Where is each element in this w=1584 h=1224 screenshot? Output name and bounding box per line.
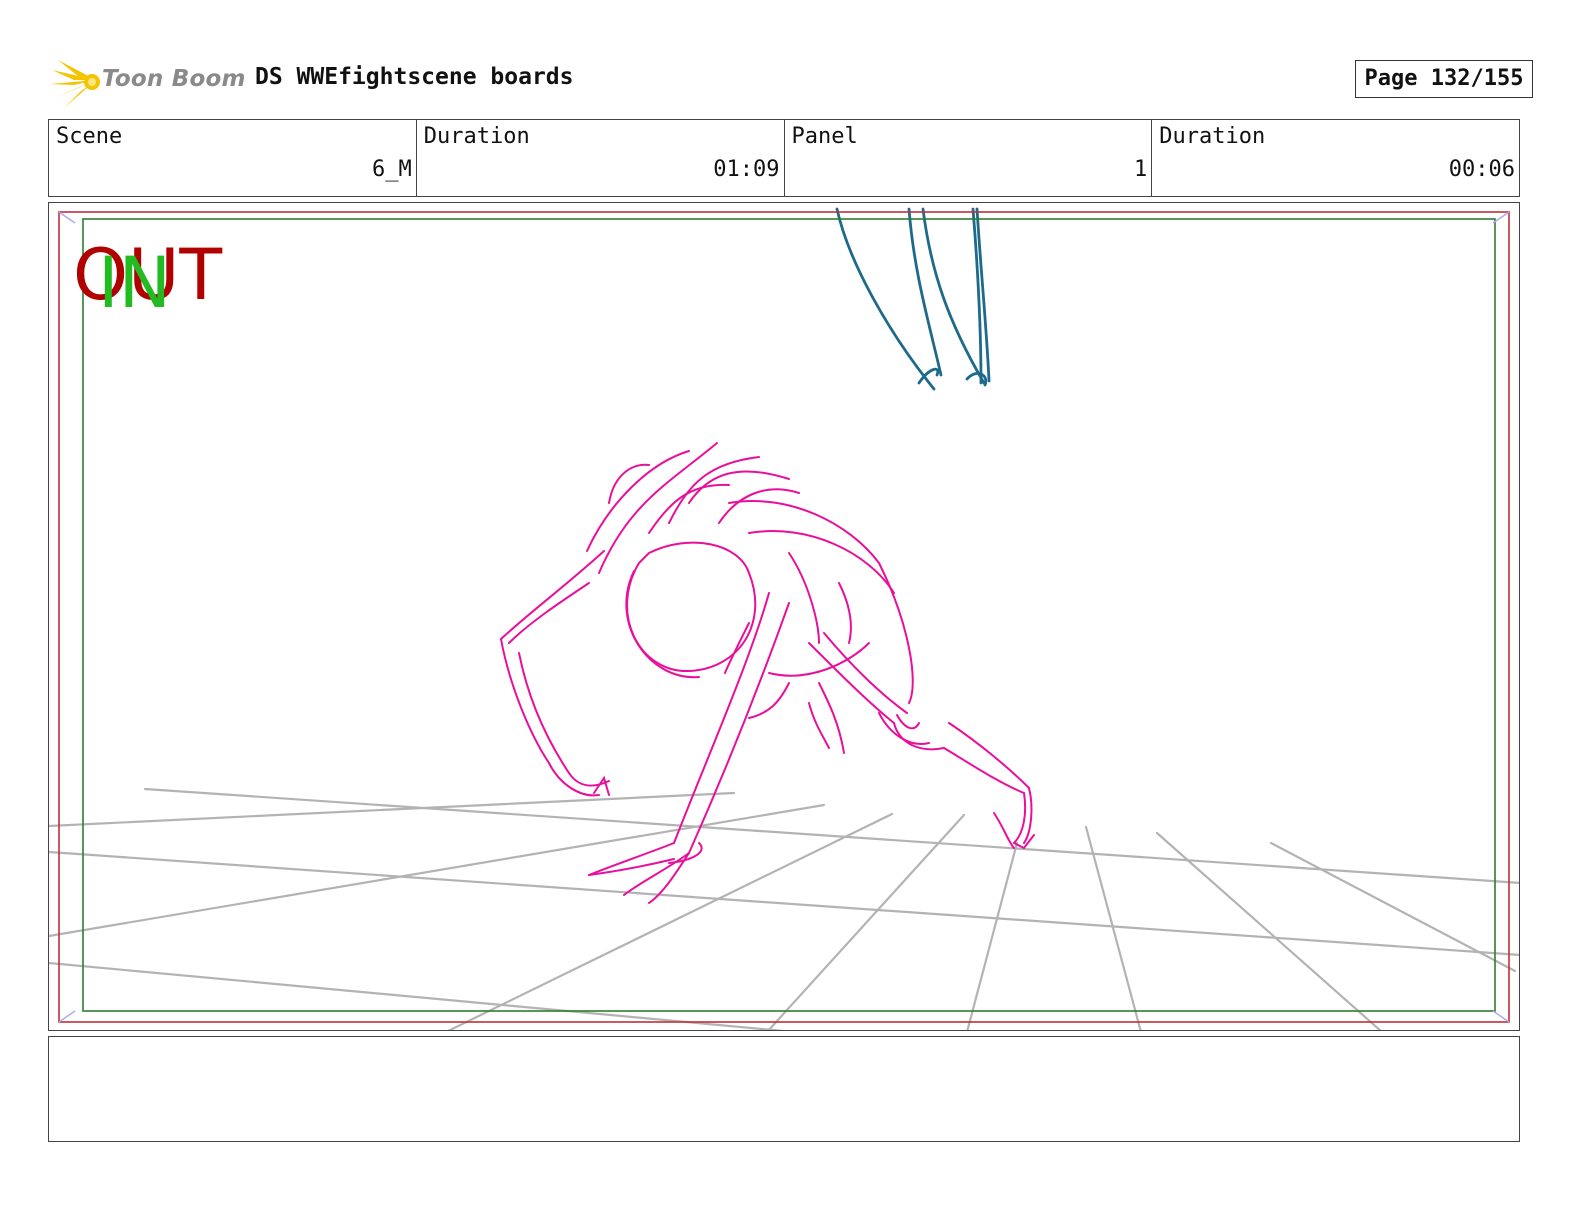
hanging-legs-sketch (835, 207, 991, 391)
storyboard-panel: OUT IN (48, 202, 1520, 1031)
scene-duration-cell: Duration 01:09 (417, 120, 785, 196)
character-sketch (500, 442, 1035, 904)
logo-text: Toon Boom (102, 66, 246, 92)
floor-grid (49, 787, 1519, 1030)
scene-cell: Scene 6_M (49, 120, 417, 196)
scene-value: 6_M (372, 157, 412, 182)
scene-duration-label: Duration (423, 124, 530, 149)
toon-boom-logo: Toon Boom (50, 56, 245, 108)
scene-duration-value: 01:09 (713, 157, 780, 182)
in-label: IN (98, 242, 172, 324)
panel-duration-cell: Duration 00:06 (1152, 120, 1519, 196)
document-title: DS WWEfightscene boards (255, 64, 574, 90)
panel-label: Panel (791, 124, 858, 149)
in-frame (82, 218, 1496, 1012)
toon-boom-star-icon (50, 60, 100, 108)
panel-duration-value: 00:06 (1448, 157, 1515, 182)
panel-cell: Panel 1 (785, 120, 1153, 196)
panel-value: 1 (1134, 157, 1148, 182)
panel-sketch (49, 207, 1519, 1030)
page-number: Page 132/155 (1355, 60, 1533, 98)
storyboard-header: Toon Boom DS WWEfightscene boards Page 1… (50, 52, 1540, 108)
panel-notes (48, 1036, 1520, 1142)
panel-info-table: Scene 6_M Duration 01:09 Panel 1 Duratio… (48, 119, 1520, 197)
panel-duration-label: Duration (1159, 124, 1266, 149)
scene-label: Scene (56, 124, 123, 149)
